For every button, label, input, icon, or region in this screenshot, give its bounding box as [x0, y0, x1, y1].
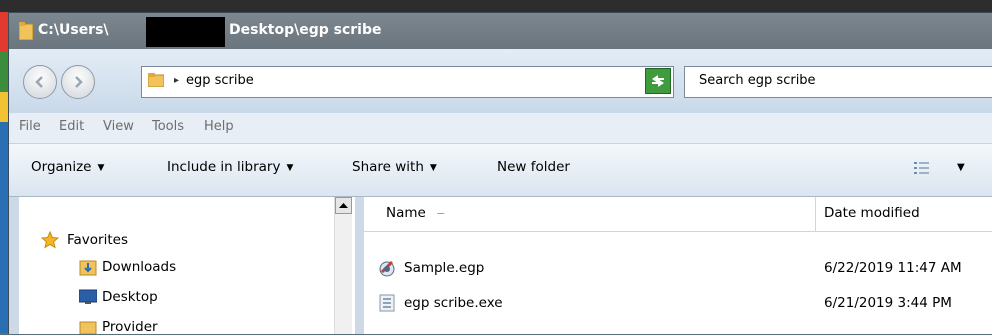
organize-label: Organize	[31, 159, 92, 175]
scroll-up-button[interactable]	[335, 197, 352, 214]
navigation-bar: ▸ egp scribe ▼ Search egp scribe	[9, 49, 992, 113]
exe-file-icon	[379, 294, 395, 312]
title-bar[interactable]: C:\Users\ Desktop\egp scribe	[9, 13, 992, 49]
refresh-icon	[652, 75, 664, 87]
nav-scrollbar[interactable]	[334, 197, 352, 334]
back-arrow-icon	[35, 76, 43, 88]
column-header-name[interactable]: Name −	[364, 197, 816, 232]
explorer-window: C:\Users\ Desktop\egp scribe ▸ egp scrib…	[8, 12, 992, 335]
file-name: Sample.egp	[404, 260, 485, 276]
back-button[interactable]	[23, 65, 57, 99]
redacted-username	[146, 17, 225, 47]
refresh-button[interactable]	[645, 68, 671, 94]
views-icon[interactable]	[914, 161, 930, 175]
menu-help[interactable]: Help	[204, 119, 234, 134]
egp-file-icon	[379, 260, 395, 277]
file-list: Name − Date modified Sample.egp 6/22/201…	[364, 197, 992, 334]
nav-desktop[interactable]: Desktop	[102, 289, 158, 305]
breadcrumb-separator[interactable]: ▸	[174, 75, 179, 86]
share-with-button[interactable]: Share with ▼	[352, 159, 437, 175]
include-in-library-button[interactable]: Include in library ▼	[167, 159, 293, 175]
file-date: 6/22/2019 11:47 AM	[824, 260, 962, 276]
folder-icon	[19, 22, 33, 40]
folder-icon	[79, 321, 97, 334]
chevron-down-icon: ▼	[286, 163, 294, 173]
organize-button[interactable]: Organize ▼	[31, 159, 104, 175]
nav-favorites[interactable]: Favorites	[67, 232, 128, 248]
views-dropdown-icon[interactable]: ▼	[957, 162, 965, 173]
forward-arrow-icon	[75, 76, 83, 88]
new-folder-button[interactable]: New folder	[497, 159, 570, 175]
star-icon	[41, 231, 59, 249]
menu-file[interactable]: File	[19, 119, 41, 134]
command-bar: Organize ▼ Include in library ▼ Share with…	[9, 144, 992, 197]
file-name: egp scribe.exe	[404, 295, 503, 311]
share-with-label: Share with	[352, 159, 424, 175]
breadcrumb-current[interactable]: egp scribe	[186, 73, 254, 88]
search-input[interactable]: Search egp scribe	[684, 66, 992, 98]
file-date: 6/21/2019 3:44 PM	[824, 295, 952, 311]
navigation-pane: Favorites Downloads Desktop Provider	[19, 197, 356, 335]
include-in-library-label: Include in library	[167, 159, 281, 175]
column-header-date-modified[interactable]: Date modified	[816, 197, 992, 232]
nav-downloads[interactable]: Downloads	[102, 259, 176, 275]
desktop-background-strip	[0, 0, 992, 12]
file-row[interactable]: Sample.egp 6/22/2019 11:47 AM	[364, 257, 992, 283]
forward-button[interactable]	[61, 65, 95, 99]
desktop-icon	[79, 289, 97, 304]
chevron-down-icon: ▼	[429, 163, 437, 173]
column-date-label: Date modified	[824, 205, 920, 221]
folder-icon	[148, 73, 164, 87]
menu-tools[interactable]: Tools	[152, 119, 184, 134]
downloads-folder-icon	[79, 260, 97, 276]
search-placeholder: Search egp scribe	[699, 73, 816, 88]
menu-bar: File Edit View Tools Help	[9, 113, 992, 144]
window-title-prefix: C:\Users\	[38, 22, 109, 38]
file-row[interactable]: egp scribe.exe 6/21/2019 3:44 PM	[364, 292, 992, 318]
menu-view[interactable]: View	[103, 119, 134, 134]
chevron-up-icon	[339, 203, 348, 208]
column-name-label: Name	[386, 205, 426, 221]
menu-edit[interactable]: Edit	[59, 119, 84, 134]
chevron-down-icon: ▼	[97, 163, 105, 173]
address-bar[interactable]: ▸ egp scribe ▼	[141, 66, 674, 98]
sort-indicator-icon: −	[436, 207, 446, 220]
window-title-suffix: Desktop\egp scribe	[229, 22, 382, 38]
